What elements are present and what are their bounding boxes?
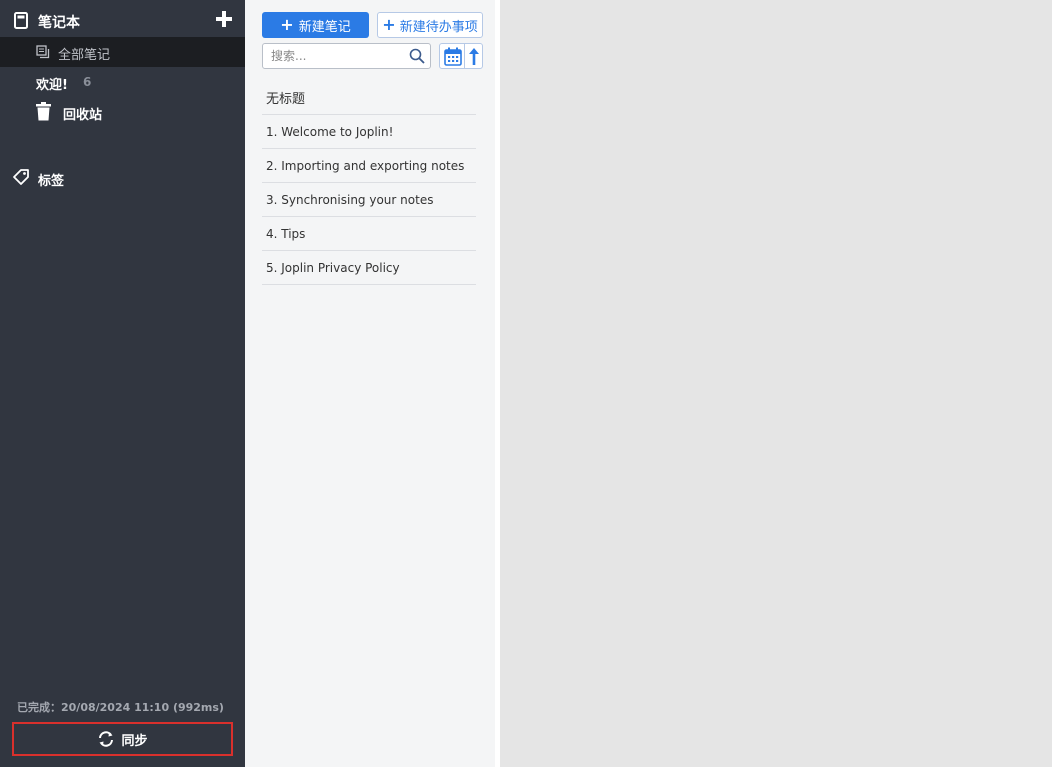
all-notes-icon	[36, 45, 50, 59]
note-list-item[interactable]: 无标题	[262, 81, 476, 115]
search-icon[interactable]	[409, 48, 425, 64]
add-notebook-icon[interactable]	[214, 9, 234, 29]
tags-title: 标签	[38, 174, 65, 189]
sort-order-arrow-icon[interactable]	[468, 47, 480, 66]
plus-icon: +	[280, 15, 294, 34]
sidebar-item-label: 全部笔记	[58, 48, 111, 63]
search-box	[262, 43, 431, 69]
sidebar-item-label: 回收站	[63, 108, 103, 123]
sidebar-item-all-notes[interactable]: 全部笔记	[0, 37, 245, 67]
sort-divider	[464, 44, 465, 68]
sidebar-item-trash[interactable]: 回收站	[0, 97, 245, 127]
tags-header[interactable]: 标签	[0, 165, 245, 191]
notebook-icon	[14, 12, 28, 29]
note-list-item[interactable]: 2. Importing and exporting notes	[262, 149, 476, 183]
note-list-item[interactable]: 3. Synchronising your notes	[262, 183, 476, 217]
sync-icon	[99, 731, 114, 747]
notebooks-title: 笔记本	[38, 15, 80, 31]
editor-area	[500, 0, 1052, 767]
trash-icon	[36, 102, 51, 121]
notebook-label: 欢迎!	[36, 78, 68, 93]
plus-icon: +	[382, 15, 396, 34]
note-list-item[interactable]: 5. Joplin Privacy Policy	[262, 251, 476, 285]
sync-button-label: 同步	[121, 733, 148, 749]
sync-status-text: 已完成：20/08/2024 11:10 (992ms)	[17, 701, 224, 714]
new-note-button[interactable]: + 新建笔记	[262, 12, 369, 38]
note-list-panel: + 新建笔记 + 新建待办事项 无标题 1. Welcom	[245, 0, 495, 767]
notebooks-header[interactable]: 笔记本	[0, 8, 245, 34]
sidebar-item-notebook-welcome[interactable]: 欢迎! 6	[0, 67, 245, 97]
sort-controls	[439, 43, 483, 69]
sidebar: 笔记本 全部笔记 欢迎! 6 回收站 标签 已完成：20/08/2024 11:…	[0, 0, 245, 767]
notebook-count-badge: 6	[83, 75, 92, 89]
new-todo-label: 新建待办事项	[399, 19, 478, 35]
sync-button[interactable]: 同步	[12, 722, 233, 756]
tag-icon	[13, 169, 29, 185]
search-input[interactable]	[271, 48, 406, 64]
note-list-item[interactable]: 4. Tips	[262, 217, 476, 251]
note-list-item[interactable]: 1. Welcome to Joplin!	[262, 115, 476, 149]
calendar-sort-icon[interactable]	[444, 47, 462, 66]
new-note-label: 新建笔记	[298, 19, 351, 35]
new-todo-button[interactable]: + 新建待办事项	[377, 12, 483, 38]
